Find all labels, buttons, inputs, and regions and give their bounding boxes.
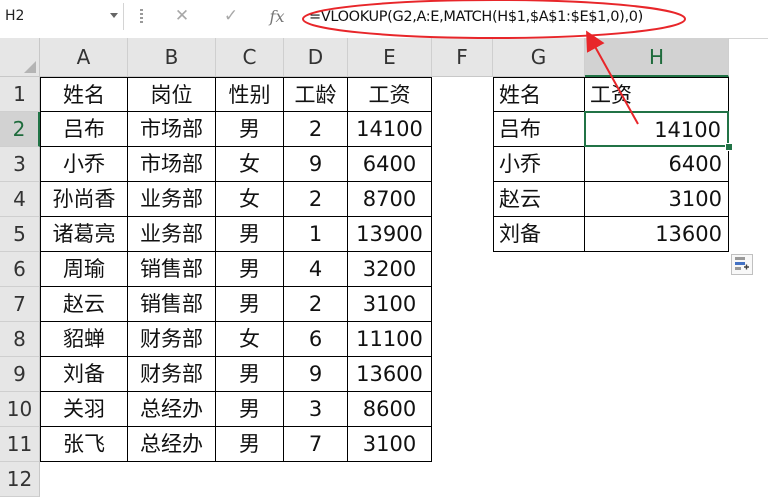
table-cell[interactable]: 男 xyxy=(216,252,284,287)
row-header-2[interactable]: 2 xyxy=(0,112,40,147)
table-cell[interactable]: 11100 xyxy=(348,322,432,357)
table-cell[interactable]: 6 xyxy=(284,322,348,357)
table-cell[interactable]: 孙尚香 xyxy=(40,182,128,217)
table-cell[interactable]: 2 xyxy=(284,112,348,147)
lookup-cell[interactable]: 赵云 xyxy=(493,182,585,217)
row-header-7[interactable]: 7 xyxy=(0,287,40,322)
row-header-4[interactable]: 4 xyxy=(0,182,40,217)
cancel-icon[interactable]: ✕ xyxy=(167,3,197,30)
row-header-6[interactable]: 6 xyxy=(0,252,40,287)
select-all-triangle xyxy=(24,61,36,73)
table-cell[interactable]: 关羽 xyxy=(40,392,128,427)
table-cell[interactable]: 男 xyxy=(216,392,284,427)
table-cell[interactable]: 财务部 xyxy=(128,322,216,357)
lookup-cell[interactable]: 3100 xyxy=(585,182,729,217)
column-header-b[interactable]: B xyxy=(128,38,216,77)
table-cell[interactable]: 3100 xyxy=(348,427,432,462)
table-cell[interactable]: 男 xyxy=(216,112,284,147)
table-cell[interactable]: 诸葛亮 xyxy=(40,217,128,252)
table-cell[interactable]: 总经办 xyxy=(128,427,216,462)
column-header-a[interactable]: A xyxy=(40,38,128,77)
table-cell[interactable]: 男 xyxy=(216,217,284,252)
table-cell[interactable]: 吕布 xyxy=(40,112,128,147)
name-box-value: H2 xyxy=(5,8,25,24)
select-all-corner[interactable] xyxy=(0,38,40,77)
column-header-h[interactable]: H xyxy=(585,38,729,77)
table-cell[interactable]: 14100 xyxy=(348,112,432,147)
active-cell[interactable]: 14100 xyxy=(584,111,729,147)
table-header-cell[interactable]: 性别 xyxy=(216,77,284,112)
paste-options-glyph xyxy=(735,257,749,270)
table-cell[interactable]: 销售部 xyxy=(128,287,216,322)
table-cell[interactable]: 7 xyxy=(284,427,348,462)
row-header-9[interactable]: 9 xyxy=(0,357,40,392)
lookup-cell[interactable]: 吕布 xyxy=(493,112,585,147)
table-cell[interactable]: 赵云 xyxy=(40,287,128,322)
table-cell[interactable]: 男 xyxy=(216,287,284,322)
table-cell[interactable]: 貂蝉 xyxy=(40,322,128,357)
lookup-cell[interactable]: 小乔 xyxy=(493,147,585,182)
table-cell[interactable]: 13600 xyxy=(348,357,432,392)
table-header-cell[interactable]: 工资 xyxy=(348,77,432,112)
table-cell[interactable]: 1 xyxy=(284,217,348,252)
lookup-header-cell[interactable]: 姓名 xyxy=(493,77,585,112)
table-cell[interactable]: 3 xyxy=(284,392,348,427)
table-cell[interactable]: 刘备 xyxy=(40,357,128,392)
table-cell[interactable]: 小乔 xyxy=(40,147,128,182)
column-header-c[interactable]: C xyxy=(216,38,284,77)
row-header-5[interactable]: 5 xyxy=(0,217,40,252)
table-cell[interactable]: 3100 xyxy=(348,287,432,322)
table-cell[interactable]: 女 xyxy=(216,182,284,217)
table-cell[interactable]: 财务部 xyxy=(128,357,216,392)
row-header-11[interactable]: 11 xyxy=(0,427,40,462)
formula-input[interactable]: =VLOOKUP(G2,A:E,MATCH(H$1,$A$1:$E$1,0),0… xyxy=(309,3,669,31)
column-header-e[interactable]: E xyxy=(348,38,432,77)
row-header-3[interactable]: 3 xyxy=(0,147,40,182)
table-cell[interactable]: 3200 xyxy=(348,252,432,287)
insert-function-icon[interactable]: fx xyxy=(262,3,292,30)
table-header-cell[interactable]: 姓名 xyxy=(40,77,128,112)
lookup-cell[interactable]: 13600 xyxy=(585,217,729,252)
table-header-cell[interactable]: 工龄 xyxy=(284,77,348,112)
table-cell[interactable]: 总经办 xyxy=(128,392,216,427)
table-cell[interactable]: 2 xyxy=(284,182,348,217)
table-cell[interactable]: 女 xyxy=(216,322,284,357)
row-header-10[interactable]: 10 xyxy=(0,392,40,427)
table-cell[interactable]: 周瑜 xyxy=(40,252,128,287)
table-cell[interactable]: 2 xyxy=(284,287,348,322)
chevron-down-icon[interactable] xyxy=(110,13,118,18)
column-header-g[interactable]: G xyxy=(493,38,585,77)
row-header-12[interactable]: 12 xyxy=(0,462,40,497)
formula-bar: H2 ✕ ✓ fx =VLOOKUP(G2,A:E,MATCH(H$1,$A$1… xyxy=(0,0,768,39)
table-cell[interactable]: 业务部 xyxy=(128,217,216,252)
formula-bar-grip[interactable] xyxy=(140,9,143,25)
table-cell[interactable]: 9 xyxy=(284,357,348,392)
lookup-header-cell[interactable]: 工资 xyxy=(585,77,729,112)
table-cell[interactable]: 9 xyxy=(284,147,348,182)
table-cell[interactable]: 8700 xyxy=(348,182,432,217)
table-cell[interactable]: 4 xyxy=(284,252,348,287)
table-cell[interactable]: 13900 xyxy=(348,217,432,252)
column-header-f[interactable]: F xyxy=(432,38,493,77)
table-cell[interactable]: 男 xyxy=(216,357,284,392)
table-cell[interactable]: 张飞 xyxy=(40,427,128,462)
table-cell[interactable]: 业务部 xyxy=(128,182,216,217)
column-header-d[interactable]: D xyxy=(284,38,348,77)
table-cell[interactable]: 销售部 xyxy=(128,252,216,287)
row-header-1[interactable]: 1 xyxy=(0,77,40,112)
name-box[interactable]: H2 xyxy=(0,3,124,30)
lookup-cell[interactable]: 刘备 xyxy=(493,217,585,252)
lookup-cell[interactable]: 6400 xyxy=(585,147,729,182)
paste-options-icon[interactable] xyxy=(731,254,753,275)
table-cell[interactable]: 8600 xyxy=(348,392,432,427)
table-cell[interactable]: 6400 xyxy=(348,147,432,182)
enter-icon[interactable]: ✓ xyxy=(216,3,246,30)
table-cell[interactable]: 男 xyxy=(216,427,284,462)
table-cell[interactable]: 女 xyxy=(216,147,284,182)
table-cell[interactable]: 市场部 xyxy=(128,112,216,147)
table-header-cell[interactable]: 岗位 xyxy=(128,77,216,112)
table-cell[interactable]: 市场部 xyxy=(128,147,216,182)
row-header-8[interactable]: 8 xyxy=(0,322,40,357)
fill-handle[interactable] xyxy=(725,143,733,151)
